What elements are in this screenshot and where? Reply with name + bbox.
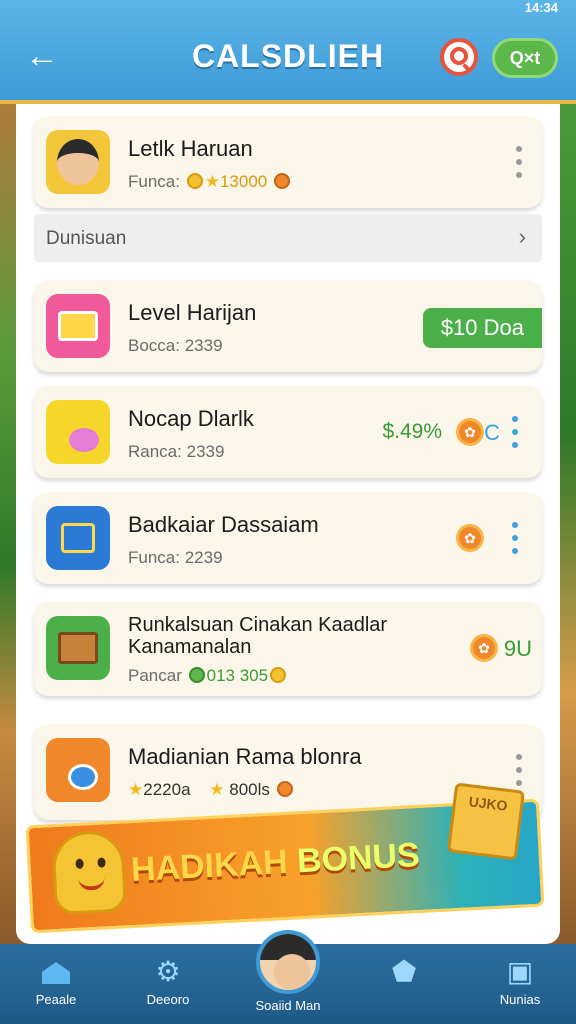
item-coin-value: C	[484, 420, 500, 445]
nav-item-settings[interactable]: ⚙ Deeoro	[118, 952, 218, 1022]
status-time: 14:34	[524, 0, 558, 15]
more-icon[interactable]	[514, 146, 524, 178]
coin-icon	[270, 667, 287, 683]
treasure-crate-icon: UJKO	[446, 782, 525, 861]
nav-label: Peaale	[35, 992, 77, 1007]
star-icon: ★	[209, 780, 225, 799]
star-icon: ★	[128, 780, 144, 799]
item-sub-label: Ranca:	[128, 442, 182, 461]
item-side-value: 9U	[503, 636, 532, 661]
chevron-right-icon: ›	[518, 224, 526, 249]
item-name: Level Harijan	[128, 300, 257, 325]
banner-text-part1: HADIKAH	[130, 842, 289, 890]
app-header: 14:34 ← CALSDLIEH Q×t	[0, 0, 576, 104]
shield-icon: ⬟	[391, 956, 417, 987]
more-icon[interactable]	[514, 754, 524, 786]
list-item[interactable]: Runkalsuan Cinakan Kaadlar Kanamanalan P…	[34, 602, 542, 696]
chat-icon	[46, 738, 110, 802]
item-sub-value: 2339	[186, 442, 225, 461]
item-sub-label: Bocca:	[128, 336, 180, 355]
avatar-icon	[46, 130, 110, 194]
search-button[interactable]	[440, 38, 478, 76]
item-name: Badkaiar Dassaiam	[128, 512, 319, 537]
item-sub-label: 2220a	[143, 780, 191, 799]
banner-text-part2: BONUS	[296, 835, 421, 881]
more-icon[interactable]	[510, 416, 520, 448]
avatar-face	[274, 954, 310, 990]
note-icon	[46, 400, 110, 464]
star-icon: ★	[204, 172, 220, 191]
item-name: Nocap Dlarlk	[128, 406, 254, 431]
item-price: $.49%	[382, 420, 442, 443]
list-item[interactable]: Badkaiar Dassaiam Funca: 2239 ✿	[34, 492, 542, 584]
coin-icon: ✿	[456, 524, 484, 552]
gear-icon: ⚙	[155, 956, 181, 987]
banner-text: HADIKAH BONUS	[130, 836, 421, 890]
nav-label: Nunias	[499, 992, 541, 1007]
list-item[interactable]: Nocap Dlarlk Ranca: 2339 $.49% ✿ C	[34, 386, 542, 478]
more-icon[interactable]	[510, 522, 520, 554]
crate-icon	[46, 616, 110, 680]
nav-label: Soaiid Man	[255, 998, 321, 1013]
bag-icon: ▣	[506, 956, 534, 987]
search-icon-handle	[462, 63, 472, 73]
coin-icon: ✿	[470, 634, 498, 662]
item-name: Runkalsuan Cinakan Kaadlar Kanamanalan	[128, 614, 388, 658]
price-button[interactable]: $10 Doa	[422, 308, 542, 348]
item-sub: Pancar 013 305	[128, 666, 288, 686]
page-title: CALSDLIEH	[191, 38, 385, 74]
blue-box-icon	[46, 506, 110, 570]
item-name: Letlk Haruan	[128, 136, 253, 161]
item-sub-label: Pancar	[128, 666, 182, 685]
item-sub-value: 2239	[184, 548, 223, 567]
list-item[interactable]: Level Harijan Bocca: 2339 $10 Doa	[34, 280, 542, 372]
section-header-row[interactable]: Dunisuan ›	[34, 214, 542, 262]
item-sub-label: Funca:	[128, 172, 180, 191]
item-name: Madianian Rama blonra	[128, 744, 362, 769]
mascot-icon	[50, 829, 128, 916]
coin-icon: ✿	[456, 418, 484, 446]
green-coin-icon	[188, 667, 205, 683]
item-sub: Funca: 2239	[128, 548, 223, 568]
item-sub-value: 013 305	[206, 666, 269, 685]
nav-item-home[interactable]: Peaale	[6, 952, 106, 1022]
item-sub: Ranca: 2339	[128, 442, 224, 462]
item-sub-value: 800ls	[229, 780, 270, 799]
list-item[interactable]: Letlk Haruan Funca: ★13000	[34, 116, 542, 208]
orange-coin-icon	[276, 781, 293, 797]
orange-coin-icon	[273, 173, 290, 189]
coin-icon	[186, 173, 203, 189]
nav-item-shield[interactable]: ⬟	[354, 952, 454, 1022]
gift-icon	[46, 294, 110, 358]
item-sub-value: 13000	[219, 172, 268, 191]
item-sub-value: 2339	[184, 336, 223, 355]
search-icon	[450, 47, 468, 65]
item-sub: Bocca: 2339	[128, 336, 223, 356]
crate-label: UJKO	[467, 793, 509, 814]
item-sub-label: Funca:	[128, 548, 180, 567]
avatar[interactable]	[256, 930, 320, 994]
exit-button[interactable]: Q×t	[492, 38, 558, 78]
item-sub: Funca: ★13000	[128, 172, 292, 192]
home-icon	[6, 952, 106, 992]
nav-item-bag[interactable]: ▣ Nunias	[470, 952, 570, 1022]
nav-label: Deeoro	[146, 992, 190, 1007]
section-label: Dunisuan	[46, 228, 127, 249]
item-sub: ★2220a ★ 800ls	[128, 780, 295, 800]
